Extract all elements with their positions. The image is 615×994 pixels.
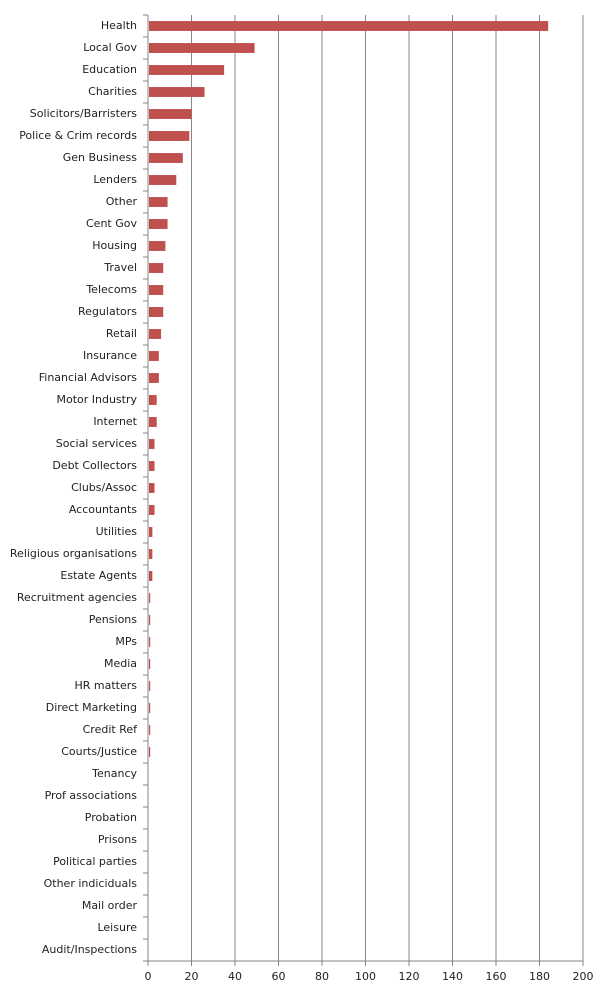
x-tick-label: 200 xyxy=(573,970,594,983)
bar-regulators xyxy=(149,307,164,317)
bar-internet xyxy=(149,417,157,427)
category-label: Motor Industry xyxy=(56,393,137,406)
x-tick-label: 80 xyxy=(315,970,329,983)
tick-labels: 0 20 40 60 80 100 120 140 160 180 200 xyxy=(145,970,594,983)
category-label: Media xyxy=(104,657,137,670)
bar-retail xyxy=(149,329,162,339)
category-label: Debt Collectors xyxy=(52,459,137,472)
category-label: Direct Marketing xyxy=(46,701,137,714)
bar-lenders xyxy=(149,175,177,185)
category-label: Credit Ref xyxy=(83,723,138,736)
category-label: Insurance xyxy=(83,349,137,362)
bar-media xyxy=(149,659,151,669)
bar-hr-matters xyxy=(149,681,151,691)
category-label: Courts/Justice xyxy=(61,745,137,758)
bar-telecoms xyxy=(149,285,164,295)
category-label: Mail order xyxy=(82,899,138,912)
bar-religious-organisations xyxy=(149,549,153,559)
category-label: Regulators xyxy=(78,305,137,318)
category-label: Other indiciduals xyxy=(44,877,138,890)
category-label: Cent Gov xyxy=(86,217,137,230)
bar-accountants xyxy=(149,505,155,515)
x-tick-label: 20 xyxy=(185,970,199,983)
bar-estate-agents xyxy=(149,571,153,581)
category-label: Other xyxy=(106,195,138,208)
category-label: Prisons xyxy=(98,833,137,846)
category-label: Lenders xyxy=(93,173,137,186)
category-label: Prof associations xyxy=(45,789,138,802)
x-tick-label: 100 xyxy=(355,970,376,983)
bar-travel xyxy=(149,263,164,273)
category-label: Recruitment agencies xyxy=(17,591,137,604)
category-label: Gen Business xyxy=(63,151,138,164)
category-label: Solicitors/Barristers xyxy=(30,107,137,120)
category-label: Financial Advisors xyxy=(39,371,138,384)
category-label: Accountants xyxy=(69,503,137,516)
category-label: HR matters xyxy=(74,679,137,692)
bar-police-crim-records xyxy=(149,131,190,141)
bar-recruitment-agencies xyxy=(149,593,151,603)
axes xyxy=(143,14,584,966)
bar-courts-justice xyxy=(149,747,151,757)
category-label: Education xyxy=(82,63,137,76)
category-label: Charities xyxy=(88,85,137,98)
bar-housing xyxy=(149,241,166,251)
bar-pensions xyxy=(149,615,151,625)
category-label: Tenancy xyxy=(91,767,137,780)
category-label: Political parties xyxy=(53,855,137,868)
category-label: Estate Agents xyxy=(60,569,137,582)
bars xyxy=(149,21,549,757)
x-tick-label: 140 xyxy=(442,970,463,983)
bar-clubs-assoc xyxy=(149,483,155,493)
category-label: Telecoms xyxy=(85,283,137,296)
bar-cent-gov xyxy=(149,219,168,229)
x-tick-label: 180 xyxy=(529,970,550,983)
bar-solicitors-barristers xyxy=(149,109,192,119)
bar-financial-advisors xyxy=(149,373,159,383)
bar-utilities xyxy=(149,527,153,537)
bar-charities xyxy=(149,87,205,97)
category-labels: Health Local Gov Education Charities Solicit… xyxy=(10,19,138,956)
gridlines xyxy=(191,15,584,961)
category-label: Utilities xyxy=(96,525,138,538)
category-label: Health xyxy=(101,19,137,32)
bar-gen-business xyxy=(149,153,183,163)
category-label: Housing xyxy=(92,239,137,252)
x-tick-label: 40 xyxy=(228,970,242,983)
category-label: MPs xyxy=(115,635,137,648)
bar-direct-marketing xyxy=(149,703,151,713)
x-tick-label: 0 xyxy=(145,970,152,983)
category-label: Social services xyxy=(56,437,138,450)
bar-chart: Health Local Gov Education Charities Solicit… xyxy=(10,14,594,983)
bar-motor-industry xyxy=(149,395,157,405)
category-label: Audit/Inspections xyxy=(42,943,137,956)
x-tick-label: 60 xyxy=(272,970,286,983)
bar-education xyxy=(149,65,225,75)
category-label: Travel xyxy=(103,261,137,274)
category-label: Leisure xyxy=(97,921,137,934)
x-tick-label: 160 xyxy=(486,970,507,983)
bar-social-services xyxy=(149,439,155,449)
bar-debt-collectors xyxy=(149,461,155,471)
category-label: Police & Crim records xyxy=(19,129,137,142)
x-tick-label: 120 xyxy=(399,970,420,983)
bar-mps xyxy=(149,637,151,647)
bar-credit-ref xyxy=(149,725,151,735)
bar-insurance xyxy=(149,351,159,361)
bar-local-gov xyxy=(149,43,255,53)
category-label: Retail xyxy=(106,327,137,340)
category-label: Local Gov xyxy=(83,41,137,54)
bar-other xyxy=(149,197,168,207)
category-label: Religious organisations xyxy=(10,547,137,560)
category-label: Internet xyxy=(93,415,137,428)
category-label: Pensions xyxy=(89,613,137,626)
category-label: Probation xyxy=(85,811,137,824)
bar-health xyxy=(149,21,549,31)
category-label: Clubs/Assoc xyxy=(71,481,137,494)
